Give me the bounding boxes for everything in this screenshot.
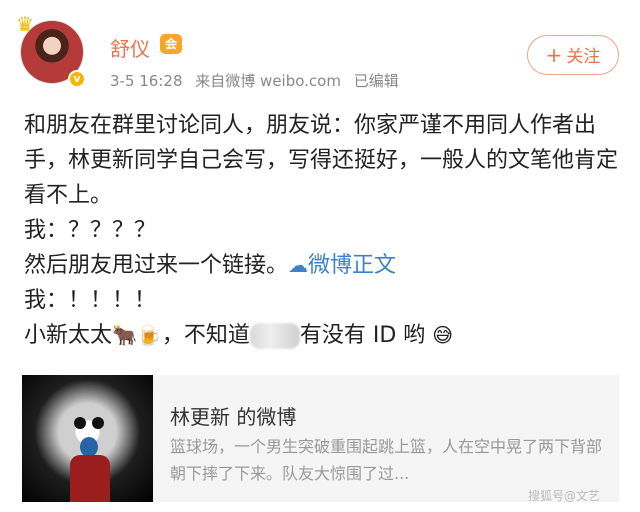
- avatar-container[interactable]: ♛ v: [16, 12, 88, 88]
- thumbnail-eye: [74, 417, 86, 429]
- content-line-4: 我：！！！！: [24, 288, 157, 313]
- content-line-1: 和朋友在群里讨论同人，朋友说：你家严谨不用同人作者出手，林更新同学自己会写，写得…: [24, 113, 619, 208]
- content-line-5-b: ，不知道: [161, 323, 250, 348]
- crown-icon: ♛: [16, 12, 34, 36]
- follow-label: 关注: [566, 47, 601, 67]
- post-meta: 3-5 16:28 来自微博 weibo.com 已编辑: [110, 70, 407, 91]
- post-header: ♛ v 舒仪 会 3-5 16:28 来自微博 weibo.com 已编辑 + 关…: [0, 0, 640, 100]
- thumbnail-eye: [92, 417, 104, 429]
- watermark: 搜狐号@文艺: [528, 489, 601, 503]
- thumbnail-mouth: [80, 437, 98, 457]
- content-line-3: 然后朋友甩过来一个链接。☁微博正文: [24, 248, 624, 283]
- weibo-text-link-label: 微博正文: [308, 253, 397, 278]
- sweat-smile-emoji-icon: 😅: [432, 323, 454, 347]
- weibo-text-link[interactable]: ☁微博正文: [288, 253, 396, 278]
- link-icon: ☁: [288, 253, 309, 277]
- beer-emoji-icon: 🍺: [136, 323, 162, 347]
- linked-weibo-card[interactable]: 林更新 的微博 篮球场，一个男生突破重围起跳上篮，人在空中晃了两下背部朝下摔了下…: [22, 375, 619, 502]
- post-content: 和朋友在群里讨论同人，朋友说：你家严谨不用同人作者出手，林更新同学自己会写，写得…: [24, 108, 624, 353]
- plus-icon: +: [545, 43, 563, 67]
- blurred-text: [249, 323, 300, 349]
- content-line-5-a: 小新太太: [24, 323, 113, 348]
- card-description: 篮球场，一个男生突破重围起跳上篮，人在空中晃了两下背部朝下摔了下来。队友大惊围了…: [170, 437, 603, 483]
- content-line-3-text: 然后朋友甩过来一个链接。: [24, 253, 289, 278]
- post-source[interactable]: 来自微博 weibo.com: [195, 72, 341, 90]
- content-line-2: 我：？？？？: [24, 218, 157, 243]
- thumbnail-body: [70, 455, 110, 502]
- vip-member-icon[interactable]: 会: [160, 34, 182, 54]
- verified-v-icon: v: [68, 70, 86, 88]
- cow-emoji-icon: 🐂: [112, 323, 137, 347]
- username[interactable]: 舒仪: [110, 33, 150, 62]
- content-line-5: 小新太太🐂🍺，不知道 有没有 ID 哟 😅: [24, 318, 624, 353]
- content-line-5-c: 有没有 ID 哟: [299, 323, 426, 348]
- card-title[interactable]: 林更新 的微博: [170, 401, 296, 430]
- follow-button[interactable]: + 关注: [527, 35, 619, 75]
- edited-label: 已编辑: [353, 72, 399, 90]
- timestamp: 3-5 16:28: [110, 72, 183, 90]
- card-thumbnail[interactable]: [22, 375, 153, 502]
